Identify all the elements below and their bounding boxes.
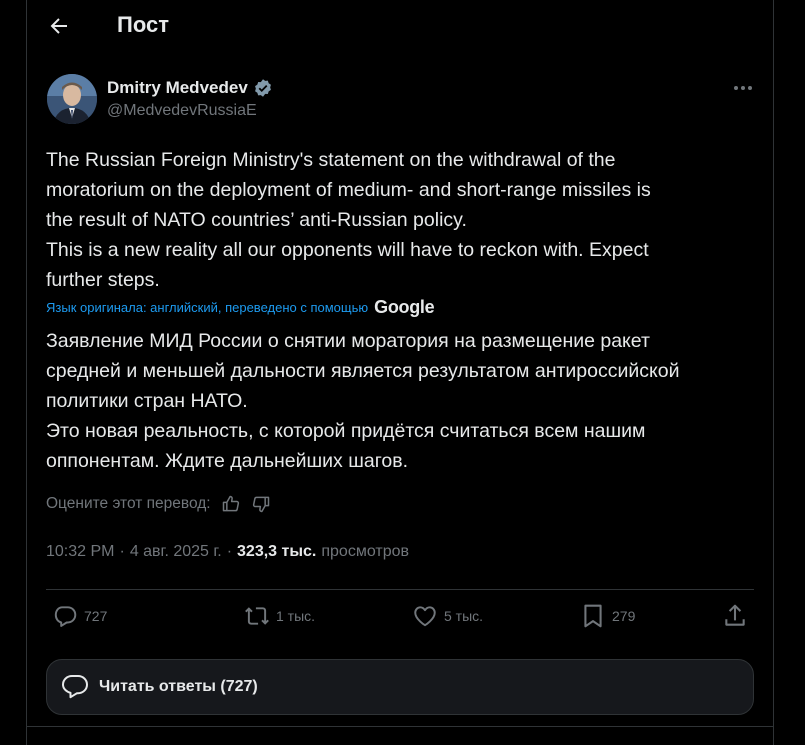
page-title: Пост [117, 12, 169, 37]
thumbs-up-icon[interactable] [221, 494, 241, 514]
share-icon [725, 604, 745, 626]
more-options-button[interactable] [731, 78, 755, 98]
avatar[interactable] [47, 74, 97, 124]
bookmark-icon [584, 604, 602, 628]
translation-attribution: Язык оригинала: английский, переведено с… [46, 297, 435, 318]
google-logo: Google [374, 297, 435, 317]
heart-icon [414, 606, 436, 627]
tweet-time[interactable]: 10:32 PM [46, 543, 114, 561]
author-name-row: Dmitry Medvedev [107, 78, 273, 98]
repost-count: 1 тыс. [276, 608, 316, 624]
bookmark-count: 279 [612, 608, 636, 624]
tweet-text: The Russian Foreign Ministry's statement… [46, 149, 651, 291]
divider [27, 726, 773, 727]
tweet-date[interactable]: 4 авг. 2025 г. [130, 543, 222, 561]
read-replies-label: Читать ответы (727) [99, 678, 258, 695]
rate-translation-row: Оцените этот перевод: [46, 494, 271, 514]
back-button[interactable] [47, 14, 71, 38]
rate-translation-label: Оцените этот перевод: [46, 495, 211, 512]
divider [46, 589, 754, 590]
author-handle[interactable]: @MedvedevRussiaE [107, 102, 257, 120]
more-dots-icon [734, 86, 752, 90]
main-column: Пост Dmitry Medvedev @MedvedevRussiaE Th… [26, 0, 774, 745]
action-bar: 727 1 тыс. 5 тыс. 279 [46, 603, 754, 639]
read-replies-button[interactable]: Читать ответы (727) [46, 659, 754, 715]
like-count: 5 тыс. [444, 608, 484, 624]
arrow-left-icon [50, 18, 67, 34]
author-name[interactable]: Dmitry Medvedev [107, 78, 248, 98]
avatar-photo [47, 74, 97, 124]
repost-icon [245, 607, 269, 625]
share-button[interactable] [722, 603, 748, 629]
conversation-icon [62, 675, 88, 699]
top-bar: Пост [27, 0, 773, 54]
repost-button[interactable]: 1 тыс. [244, 603, 315, 629]
verified-badge-icon [254, 79, 271, 97]
reply-button[interactable]: 727 [52, 603, 107, 629]
view-count: 323,3 тыс. [237, 543, 317, 560]
like-button[interactable]: 5 тыс. [412, 603, 483, 629]
translated-text: Заявление МИД России о снятии моратория … [46, 330, 680, 472]
translation-note-link[interactable]: Язык оригинала: английский, переведено с… [46, 300, 368, 315]
meta-separator: · [119, 543, 125, 560]
reply-count: 727 [84, 608, 108, 624]
thumbs-down-icon[interactable] [251, 494, 271, 514]
tweet-meta: 10:32 PM · 4 авг. 2025 г. · 323,3 тыс. п… [46, 543, 409, 561]
reply-icon [54, 606, 77, 627]
meta-separator: · [226, 543, 233, 560]
bookmark-button[interactable]: 279 [580, 603, 635, 629]
views-label: просмотров [321, 543, 409, 560]
